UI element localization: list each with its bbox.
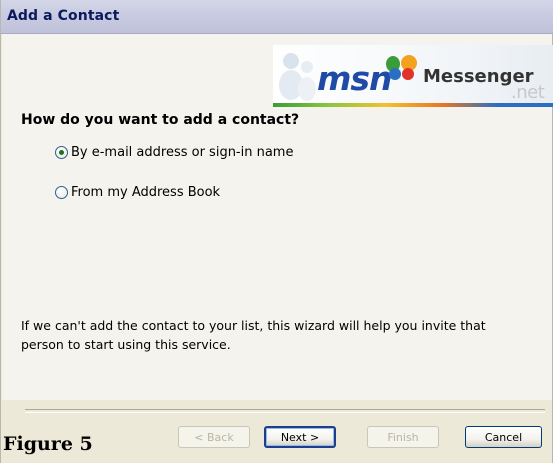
msn-messenger-logo: msn Messenger .net xyxy=(273,45,553,107)
finish-button[interactable]: Finish xyxy=(367,426,439,448)
back-button[interactable]: < Back xyxy=(178,426,250,448)
next-button[interactable]: Next > xyxy=(264,426,336,448)
option-address-book-label: From my Address Book xyxy=(71,185,221,200)
radio-address-book[interactable] xyxy=(55,186,68,199)
option-email[interactable]: By e-mail address or sign-in name xyxy=(55,145,293,160)
option-email-label: By e-mail address or sign-in name xyxy=(71,145,294,160)
cancel-button[interactable]: Cancel xyxy=(465,426,542,448)
info-text: If we can't add the contact to your list… xyxy=(21,318,486,352)
window-title: Add a Contact xyxy=(7,8,120,24)
butterfly-icon xyxy=(386,55,417,80)
msn-wordmark: msn xyxy=(317,59,393,98)
question-heading: How do you want to add a contact? xyxy=(21,112,300,128)
figure-caption: Figure 5 xyxy=(3,433,93,455)
people-icon xyxy=(279,53,316,101)
title-bar[interactable]: Add a Contact xyxy=(1,0,553,34)
radio-email[interactable] xyxy=(55,146,68,159)
net-wordmark: .net xyxy=(511,82,545,103)
add-contact-dialog: Add a Contact msn Messenger .net How do … xyxy=(0,0,553,463)
logo-stripe xyxy=(273,103,553,107)
button-separator xyxy=(25,409,545,413)
option-address-book[interactable]: From my Address Book xyxy=(55,185,220,200)
